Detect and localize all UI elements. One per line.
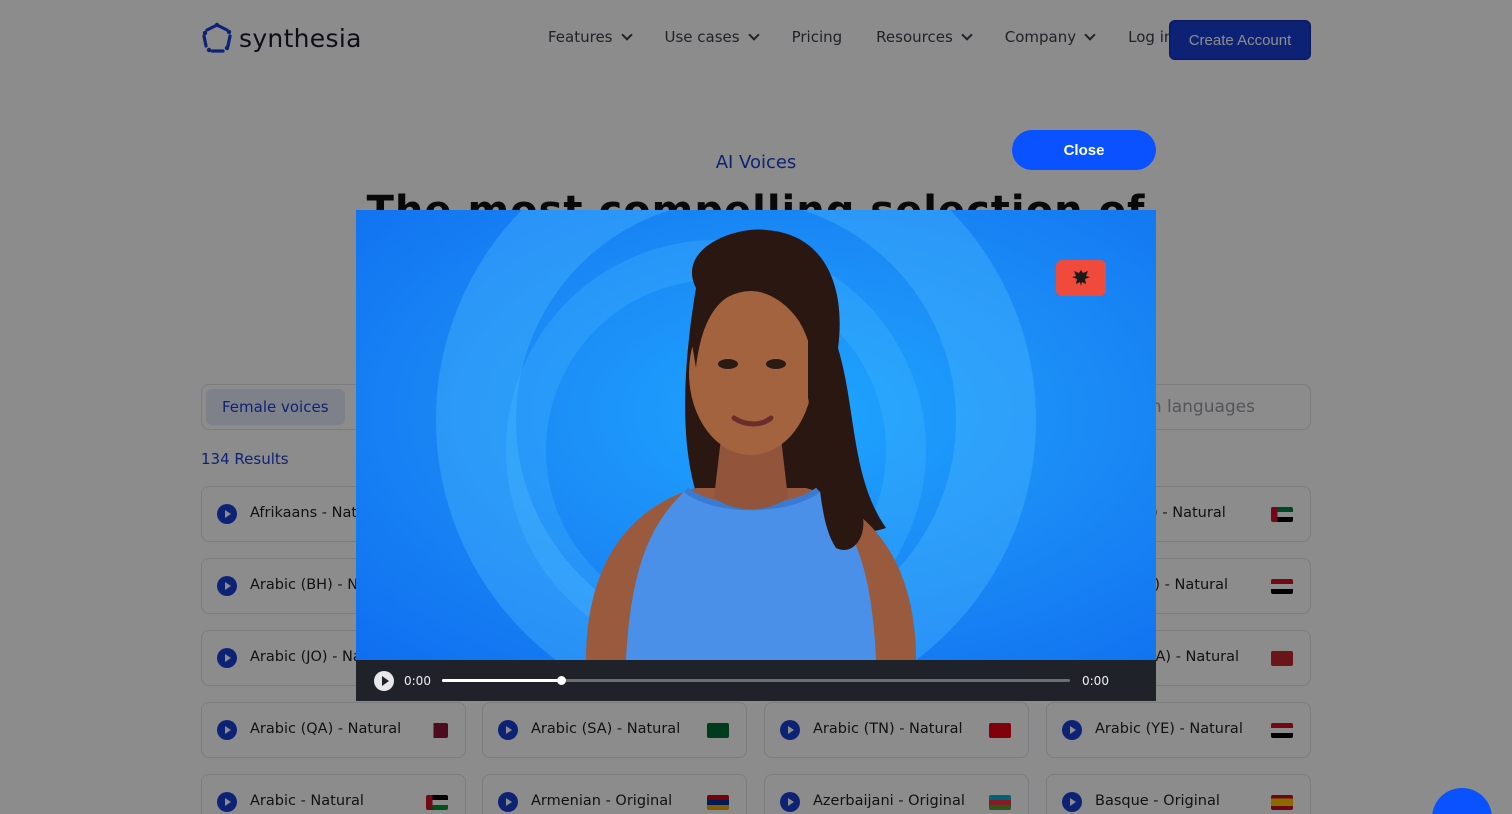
video-player[interactable]: 0:00 0:00 [356, 210, 1156, 701]
seek-progress [442, 679, 562, 682]
duration: 0:00 [1082, 674, 1109, 688]
albania-eagle-icon [1056, 260, 1106, 296]
play-icon[interactable] [374, 671, 394, 691]
presenter-avatar [586, 229, 916, 660]
seek-handle[interactable] [557, 676, 567, 685]
video-controls: 0:00 0:00 [356, 660, 1156, 701]
seek-bar[interactable] [442, 676, 1070, 685]
video-frame[interactable] [356, 210, 1156, 660]
close-button[interactable]: Close [1012, 130, 1156, 170]
current-time: 0:00 [404, 674, 431, 688]
